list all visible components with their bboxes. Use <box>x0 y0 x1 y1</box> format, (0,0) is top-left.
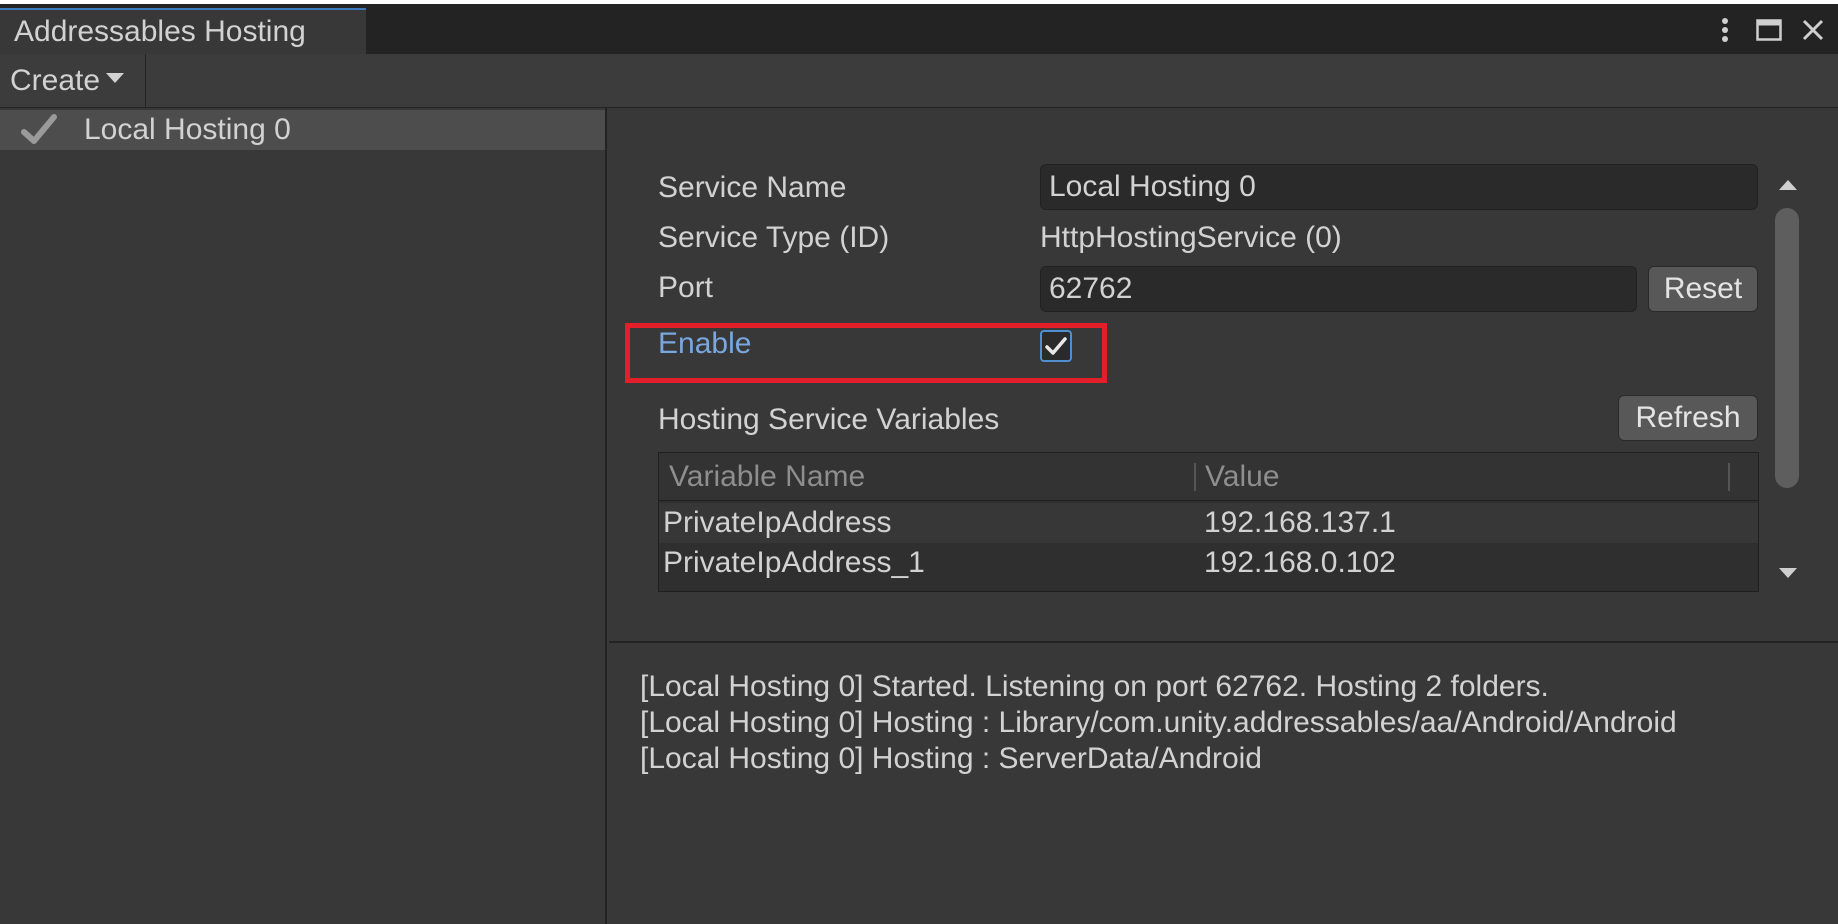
checkmark-icon <box>20 114 60 146</box>
enable-label: Enable <box>658 327 752 360</box>
service-name-field[interactable] <box>1040 164 1758 210</box>
scrollbar-thumb[interactable] <box>1775 208 1799 488</box>
scroll-down-icon[interactable] <box>1779 568 1797 578</box>
variables-label: Hosting Service Variables <box>658 403 1000 436</box>
create-label: Create <box>10 64 101 97</box>
column-divider[interactable] <box>1194 463 1196 491</box>
variable-value-cell: 192.168.0.102 <box>1204 546 1396 579</box>
window-controls <box>1710 12 1828 48</box>
port-field[interactable] <box>1040 266 1637 312</box>
log-output: [Local Hosting 0] Started. Listening on … <box>609 645 1838 924</box>
variable-name-cell: PrivateIpAddress <box>663 506 892 539</box>
service-name-label: Service Name <box>658 171 847 204</box>
maximize-icon[interactable] <box>1754 15 1784 45</box>
column-header-variable-name[interactable]: Variable Name <box>669 453 865 501</box>
column-header-value[interactable]: Value <box>1205 453 1280 501</box>
reset-button[interactable]: Reset <box>1648 266 1758 312</box>
toolbar: Create <box>0 54 1838 108</box>
chevron-down-icon <box>106 73 125 84</box>
variable-name-cell: PrivateIpAddress_1 <box>663 546 925 579</box>
log-line: [Local Hosting 0] Hosting : ServerData/A… <box>640 742 1262 775</box>
table-header: Variable Name Value <box>659 453 1758 501</box>
port-label: Port <box>658 271 714 304</box>
table-row[interactable]: PrivateIpAddress_1 192.168.0.102 <box>659 543 1758 583</box>
log-line: [Local Hosting 0] Started. Listening on … <box>640 670 1549 703</box>
variables-table: Variable Name Value PrivateIpAddress 192… <box>658 452 1759 592</box>
tab-addressables-hosting[interactable]: Addressables Hosting <box>0 8 366 54</box>
inspector-scrollbar[interactable] <box>1770 168 1804 588</box>
services-list: Local Hosting 0 <box>0 108 607 924</box>
refresh-button[interactable]: Refresh <box>1618 395 1758 441</box>
tab-bar: Addressables Hosting <box>0 4 1838 54</box>
variable-value-cell: 192.168.137.1 <box>1204 506 1396 539</box>
log-line: [Local Hosting 0] Hosting : Library/com.… <box>640 706 1677 739</box>
create-dropdown-button[interactable]: Create <box>0 54 146 108</box>
more-options-icon[interactable] <box>1710 15 1740 45</box>
list-item-local-hosting-0[interactable]: Local Hosting 0 <box>0 110 605 150</box>
table-row[interactable]: PrivateIpAddress 192.168.137.1 <box>659 503 1758 543</box>
column-divider[interactable] <box>1728 463 1730 491</box>
service-type-label: Service Type (ID) <box>658 221 890 254</box>
checkmark-icon <box>1045 337 1067 355</box>
scroll-up-icon[interactable] <box>1779 180 1797 190</box>
service-label: Local Hosting 0 <box>84 113 291 146</box>
service-type-value: HttpHostingService (0) <box>1040 221 1342 254</box>
close-icon[interactable] <box>1798 15 1828 45</box>
addressables-hosting-window: Addressables Hosting Create Local Hostin… <box>0 4 1838 924</box>
enable-checkbox[interactable] <box>1040 330 1072 362</box>
